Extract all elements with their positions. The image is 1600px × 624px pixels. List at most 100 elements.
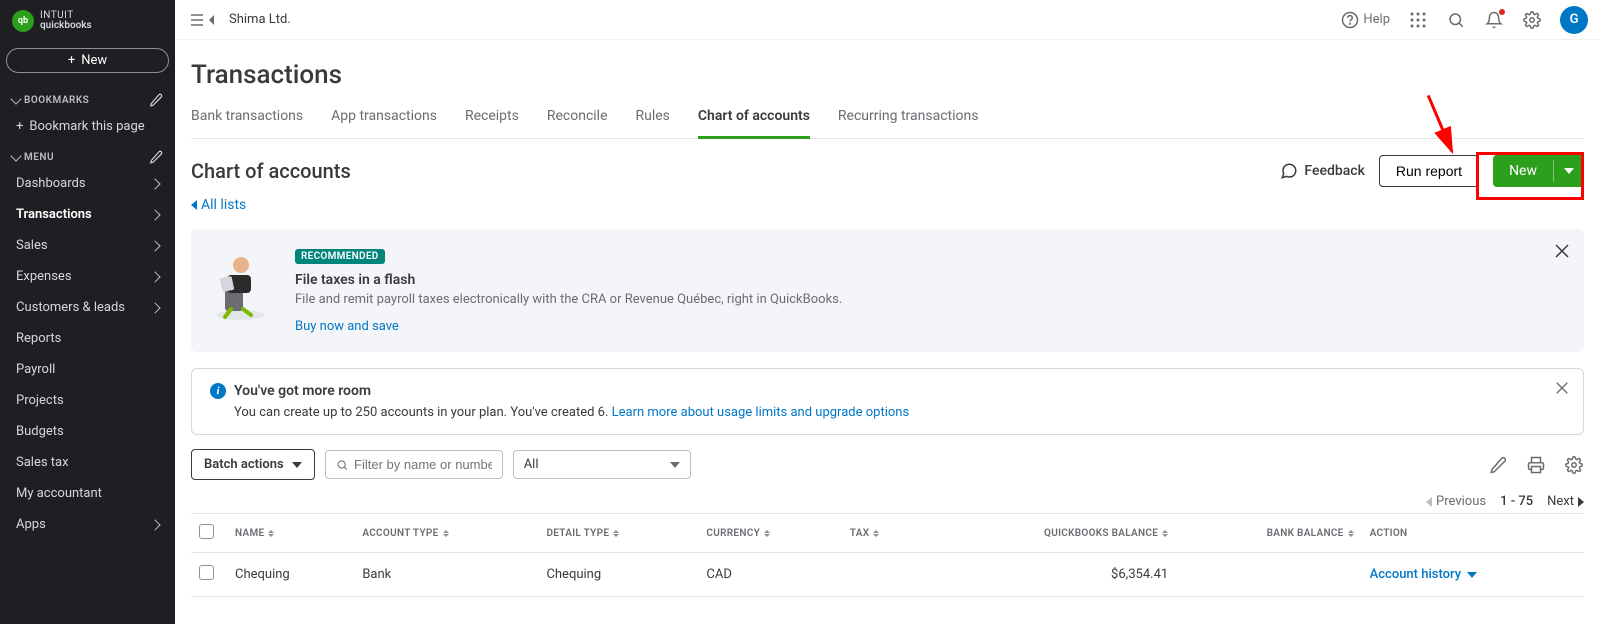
- chevron-right-icon: [149, 302, 160, 313]
- nav-payroll[interactable]: Payroll: [0, 354, 175, 385]
- tab-rules[interactable]: Rules: [636, 108, 670, 139]
- tab-receipts[interactable]: Receipts: [465, 108, 519, 139]
- new-account-button[interactable]: New: [1493, 155, 1553, 187]
- cell-currency: CAD: [698, 553, 841, 597]
- edit-columns-icon[interactable]: [1488, 455, 1508, 475]
- nav-transactions[interactable]: Transactions: [0, 199, 175, 230]
- qb-logo-icon: qb: [12, 10, 34, 32]
- sort-icon: [268, 530, 274, 537]
- sort-icon: [1162, 530, 1168, 537]
- close-icon[interactable]: [1554, 243, 1570, 259]
- table-toolbar: Batch actions All: [191, 449, 1584, 480]
- account-history-link[interactable]: Account history: [1370, 567, 1576, 582]
- pencil-icon[interactable]: [149, 93, 163, 107]
- filter-input[interactable]: [354, 457, 492, 472]
- speech-bubble-icon: [1280, 162, 1298, 180]
- filter-input-wrapper: [325, 450, 503, 479]
- bookmarks-header[interactable]: BOOKMARKS: [0, 85, 175, 111]
- nav-sales[interactable]: Sales: [0, 230, 175, 261]
- all-lists-label: All lists: [201, 197, 246, 213]
- main-content: Transactions Bank transactions App trans…: [175, 40, 1600, 624]
- chevron-down-icon: [10, 93, 21, 104]
- logo-text: INTUIT quickbooks: [40, 11, 92, 31]
- nav-apps[interactable]: Apps: [0, 509, 175, 540]
- select-all-checkbox[interactable]: [199, 524, 214, 539]
- next-page[interactable]: Next: [1547, 494, 1584, 509]
- col-currency[interactable]: CURRENCY: [698, 514, 841, 553]
- apps-grid-icon[interactable]: [1408, 10, 1428, 30]
- info-title: You've got more room: [234, 383, 371, 399]
- user-avatar[interactable]: G: [1560, 6, 1588, 34]
- pencil-icon[interactable]: [149, 150, 163, 164]
- chevron-down-icon: [1564, 168, 1574, 174]
- sidebar: qb INTUIT quickbooks + New BOOKMARKS +Bo…: [0, 0, 175, 624]
- table-row[interactable]: Chequing Bank Chequing CAD $6,354.41 Acc…: [191, 553, 1584, 597]
- bookmarks-label: BOOKMARKS: [24, 95, 89, 106]
- tab-app-transactions[interactable]: App transactions: [331, 108, 437, 139]
- info-subtitle: You can create up to 250 accounts in you…: [210, 405, 1565, 420]
- sort-icon: [443, 530, 449, 537]
- learn-more-link[interactable]: Learn more about usage limits and upgrad…: [612, 405, 910, 420]
- table-settings-icon[interactable]: [1564, 455, 1584, 475]
- menu-header[interactable]: MENU: [0, 142, 175, 168]
- reco-title: File taxes in a flash: [295, 272, 842, 288]
- col-detail-type[interactable]: DETAIL TYPE: [538, 514, 698, 553]
- print-icon[interactable]: [1526, 455, 1546, 475]
- tab-recurring-transactions[interactable]: Recurring transactions: [838, 108, 979, 139]
- col-bank-balance[interactable]: BANK BALANCE: [1176, 514, 1361, 553]
- chevron-right-icon: [149, 519, 160, 530]
- all-lists-link[interactable]: All lists: [191, 197, 246, 213]
- sort-icon: [613, 530, 619, 537]
- buy-now-link[interactable]: Buy now and save: [295, 319, 842, 334]
- row-checkbox[interactable]: [199, 565, 214, 580]
- nav-budgets[interactable]: Budgets: [0, 416, 175, 447]
- nav-sales-tax[interactable]: Sales tax: [0, 447, 175, 478]
- page-title: Transactions: [191, 60, 1584, 90]
- previous-label: Previous: [1436, 494, 1486, 509]
- nav-expenses[interactable]: Expenses: [0, 261, 175, 292]
- menu-label: MENU: [24, 152, 54, 163]
- action-label: Account history: [1370, 567, 1461, 582]
- nav-dashboards[interactable]: Dashboards: [0, 168, 175, 199]
- search-icon[interactable]: [1446, 10, 1466, 30]
- nav-reports[interactable]: Reports: [0, 323, 175, 354]
- nav-projects[interactable]: Projects: [0, 385, 175, 416]
- notifications-icon[interactable]: [1484, 10, 1504, 30]
- company-name[interactable]: Shima Ltd.: [229, 12, 291, 27]
- collapse-sidebar-icon[interactable]: [191, 13, 215, 27]
- col-account-type[interactable]: ACCOUNT TYPE: [354, 514, 538, 553]
- help-icon: [1341, 11, 1359, 29]
- tab-bank-transactions[interactable]: Bank transactions: [191, 108, 303, 139]
- nav-customers-leads[interactable]: Customers & leads: [0, 292, 175, 323]
- tab-reconcile[interactable]: Reconcile: [547, 108, 608, 139]
- chevron-left-icon: [191, 200, 197, 210]
- type-filter-value: All: [524, 457, 539, 472]
- plus-icon: +: [16, 119, 23, 134]
- run-report-button[interactable]: Run report: [1379, 155, 1479, 187]
- help-button[interactable]: Help: [1341, 11, 1390, 29]
- col-qb-balance[interactable]: QUICKBOOKS BALANCE: [924, 514, 1176, 553]
- info-card: i You've got more room You can create up…: [191, 368, 1584, 435]
- cell-qb-balance: $6,354.41: [924, 553, 1176, 597]
- new-button[interactable]: + New: [6, 48, 169, 73]
- type-filter-select[interactable]: All: [513, 450, 691, 479]
- search-icon: [336, 458, 348, 472]
- page-range: 1 - 75: [1500, 494, 1533, 509]
- sort-icon: [764, 530, 770, 537]
- feedback-button[interactable]: Feedback: [1280, 162, 1364, 180]
- settings-icon[interactable]: [1522, 10, 1542, 30]
- close-icon[interactable]: [1555, 381, 1569, 395]
- new-account-dropdown[interactable]: [1553, 160, 1584, 182]
- tabs: Bank transactions App transactions Recei…: [191, 108, 1584, 139]
- col-name[interactable]: NAME: [227, 514, 354, 553]
- col-tax[interactable]: TAX: [842, 514, 924, 553]
- bookmark-this-page[interactable]: +Bookmark this page: [0, 111, 175, 142]
- recommended-card: RECOMMENDED File taxes in a flash File a…: [191, 229, 1584, 352]
- previous-page[interactable]: Previous: [1426, 494, 1486, 509]
- batch-actions-button[interactable]: Batch actions: [191, 449, 315, 480]
- batch-actions-label: Batch actions: [204, 457, 284, 472]
- nav-my-accountant[interactable]: My accountant: [0, 478, 175, 509]
- cell-detail-type: Chequing: [538, 553, 698, 597]
- new-button-label: New: [81, 53, 107, 68]
- tab-chart-of-accounts[interactable]: Chart of accounts: [698, 108, 810, 139]
